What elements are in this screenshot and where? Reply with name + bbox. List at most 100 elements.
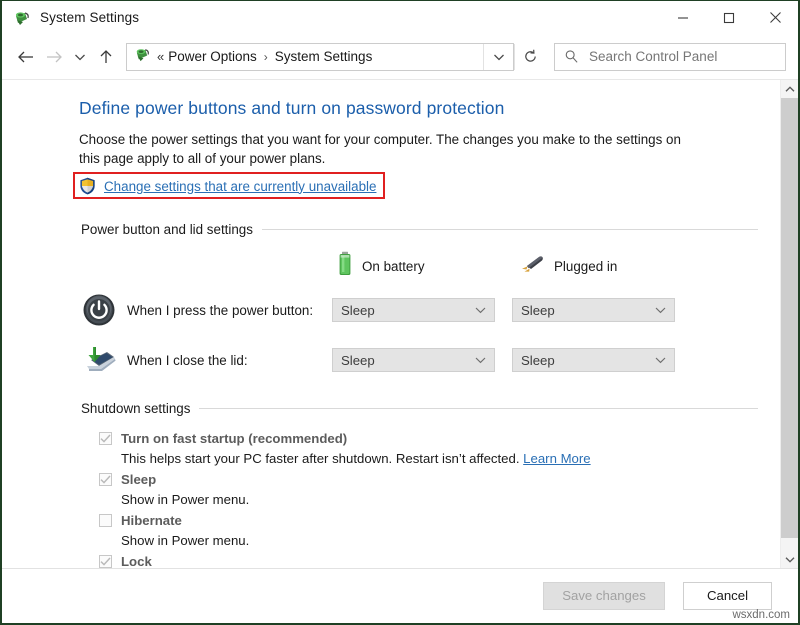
label-close-lid-action: When I close the lid: xyxy=(127,353,332,368)
breadcrumb-separator: › xyxy=(257,50,275,64)
combo-value: Sleep xyxy=(341,303,375,318)
close-button[interactable] xyxy=(752,1,798,34)
section-title: Power button and lid settings xyxy=(81,222,253,237)
save-changes-button[interactable]: Save changes xyxy=(543,582,665,610)
list-item: Hibernate Show in Power menu. xyxy=(99,511,758,550)
breadcrumb-overflow[interactable]: « xyxy=(157,49,168,64)
checkbox-row-hibernate[interactable]: Hibernate xyxy=(99,511,758,530)
cancel-button[interactable]: Cancel xyxy=(683,582,772,610)
window-title: System Settings xyxy=(40,10,139,25)
uac-shield-icon xyxy=(79,177,96,195)
page-title: Define power buttons and turn on passwor… xyxy=(79,98,758,119)
maximize-button[interactable] xyxy=(706,1,752,34)
checkbox-description: Show in Power menu. xyxy=(121,531,758,550)
up-arrow-icon xyxy=(99,49,113,65)
combo-power-button-plugged-in[interactable]: Sleep xyxy=(512,298,675,322)
address-dropdown-button[interactable] xyxy=(483,44,513,70)
refresh-icon xyxy=(523,49,538,64)
breadcrumb-item-power-options[interactable]: Power Options xyxy=(168,49,257,64)
power-button-icon xyxy=(80,291,118,329)
combo-close-lid-on-battery[interactable]: Sleep xyxy=(332,348,495,372)
power-plug-icon xyxy=(517,253,545,280)
watermark: wsxdn.com xyxy=(732,609,790,621)
scroll-up-button[interactable] xyxy=(781,80,798,98)
search-box[interactable]: Search Control Panel xyxy=(554,43,786,71)
laptop-lid-icon xyxy=(80,341,118,379)
breadcrumb: « Power Options › System Settings xyxy=(157,49,372,64)
scroll-down-icon xyxy=(785,556,795,563)
combo-close-lid-plugged-in[interactable]: Sleep xyxy=(512,348,675,372)
chevron-down-icon xyxy=(475,306,486,314)
maximize-icon xyxy=(723,12,735,24)
refresh-button[interactable] xyxy=(514,44,545,70)
checkbox-label: Hibernate xyxy=(121,513,182,528)
battery-icon xyxy=(337,251,353,282)
title-bar: System Settings xyxy=(2,1,798,34)
combo-value: Sleep xyxy=(341,353,375,368)
checkmark-icon xyxy=(100,557,111,566)
close-icon xyxy=(769,11,782,24)
back-arrow-icon xyxy=(17,50,35,64)
back-button[interactable] xyxy=(12,42,40,72)
minimize-icon xyxy=(677,12,689,24)
search-icon xyxy=(564,49,579,64)
checkbox-description: This helps start your PC faster after sh… xyxy=(121,449,758,468)
description-text: This helps start your PC faster after sh… xyxy=(121,451,520,466)
setting-row-power-button: When I press the power button: Sleep Sle… xyxy=(79,291,758,329)
checkbox-hibernate[interactable] xyxy=(99,514,112,527)
column-label-plugged-in: Plugged in xyxy=(554,259,617,274)
scroll-down-button[interactable] xyxy=(781,550,798,568)
description-text: Show in Power menu. xyxy=(121,533,249,548)
checkbox-sleep[interactable] xyxy=(99,473,112,486)
checkbox-label: Turn on fast startup (recommended) xyxy=(121,431,347,446)
checkbox-row-lock[interactable]: Lock xyxy=(99,552,758,568)
change-settings-link-row[interactable]: Change settings that are currently unava… xyxy=(79,176,376,196)
minimize-button[interactable] xyxy=(660,1,706,34)
system-settings-window: System Settings xyxy=(0,0,800,625)
chevron-down-icon xyxy=(475,356,486,364)
combo-power-button-on-battery[interactable]: Sleep xyxy=(332,298,495,322)
section-header-power-button-lid: Power button and lid settings xyxy=(81,222,758,237)
uac-link-container: Change settings that are currently unava… xyxy=(79,176,376,196)
shutdown-options-list: Turn on fast startup (recommended) This … xyxy=(99,429,758,568)
paint-pot-icon xyxy=(13,9,31,27)
checkbox-lock[interactable] xyxy=(99,555,112,568)
section-title: Shutdown settings xyxy=(81,401,190,416)
vertical-scrollbar[interactable] xyxy=(780,80,798,568)
settings-content: Define power buttons and turn on passwor… xyxy=(2,80,780,568)
checkbox-label: Sleep xyxy=(121,472,156,487)
checkbox-fast-startup[interactable] xyxy=(99,432,112,445)
column-header-on-battery: On battery xyxy=(337,251,517,282)
list-item: Sleep Show in Power menu. xyxy=(99,470,758,509)
checkbox-description: Show in Power menu. xyxy=(121,490,758,509)
forward-arrow-icon xyxy=(45,50,63,64)
footer-bar: Save changes Cancel wsxdn.com xyxy=(2,568,798,622)
checkbox-row-fast-startup[interactable]: Turn on fast startup (recommended) xyxy=(99,429,758,448)
content-area: Define power buttons and turn on passwor… xyxy=(2,79,798,568)
list-item: Lock Show in account picture menu. xyxy=(99,552,758,568)
combo-value: Sleep xyxy=(521,353,555,368)
scroll-up-icon xyxy=(785,86,795,93)
address-bar[interactable]: « Power Options › System Settings xyxy=(126,43,514,71)
page-description: Choose the power settings that you want … xyxy=(79,131,689,168)
search-input[interactable]: Search Control Panel xyxy=(589,49,717,64)
section-divider xyxy=(199,408,758,409)
change-settings-link[interactable]: Change settings that are currently unava… xyxy=(104,179,376,194)
list-item: Turn on fast startup (recommended) This … xyxy=(99,429,758,468)
chevron-down-icon xyxy=(655,356,666,364)
checkmark-icon xyxy=(100,434,111,443)
caption-buttons xyxy=(660,1,798,34)
recent-locations-button[interactable] xyxy=(68,42,92,72)
column-label-on-battery: On battery xyxy=(362,259,425,274)
breadcrumb-item-system-settings[interactable]: System Settings xyxy=(275,49,373,64)
learn-more-link[interactable]: Learn More xyxy=(523,451,590,466)
checkbox-row-sleep[interactable]: Sleep xyxy=(99,470,758,489)
combo-value: Sleep xyxy=(521,303,555,318)
up-button[interactable] xyxy=(92,42,120,72)
forward-button[interactable] xyxy=(40,42,68,72)
chevron-down-icon xyxy=(493,52,505,62)
section-divider xyxy=(262,229,758,230)
scrollbar-thumb[interactable] xyxy=(781,98,798,538)
column-header-plugged-in: Plugged in xyxy=(517,253,617,280)
chevron-down-icon xyxy=(74,52,86,62)
